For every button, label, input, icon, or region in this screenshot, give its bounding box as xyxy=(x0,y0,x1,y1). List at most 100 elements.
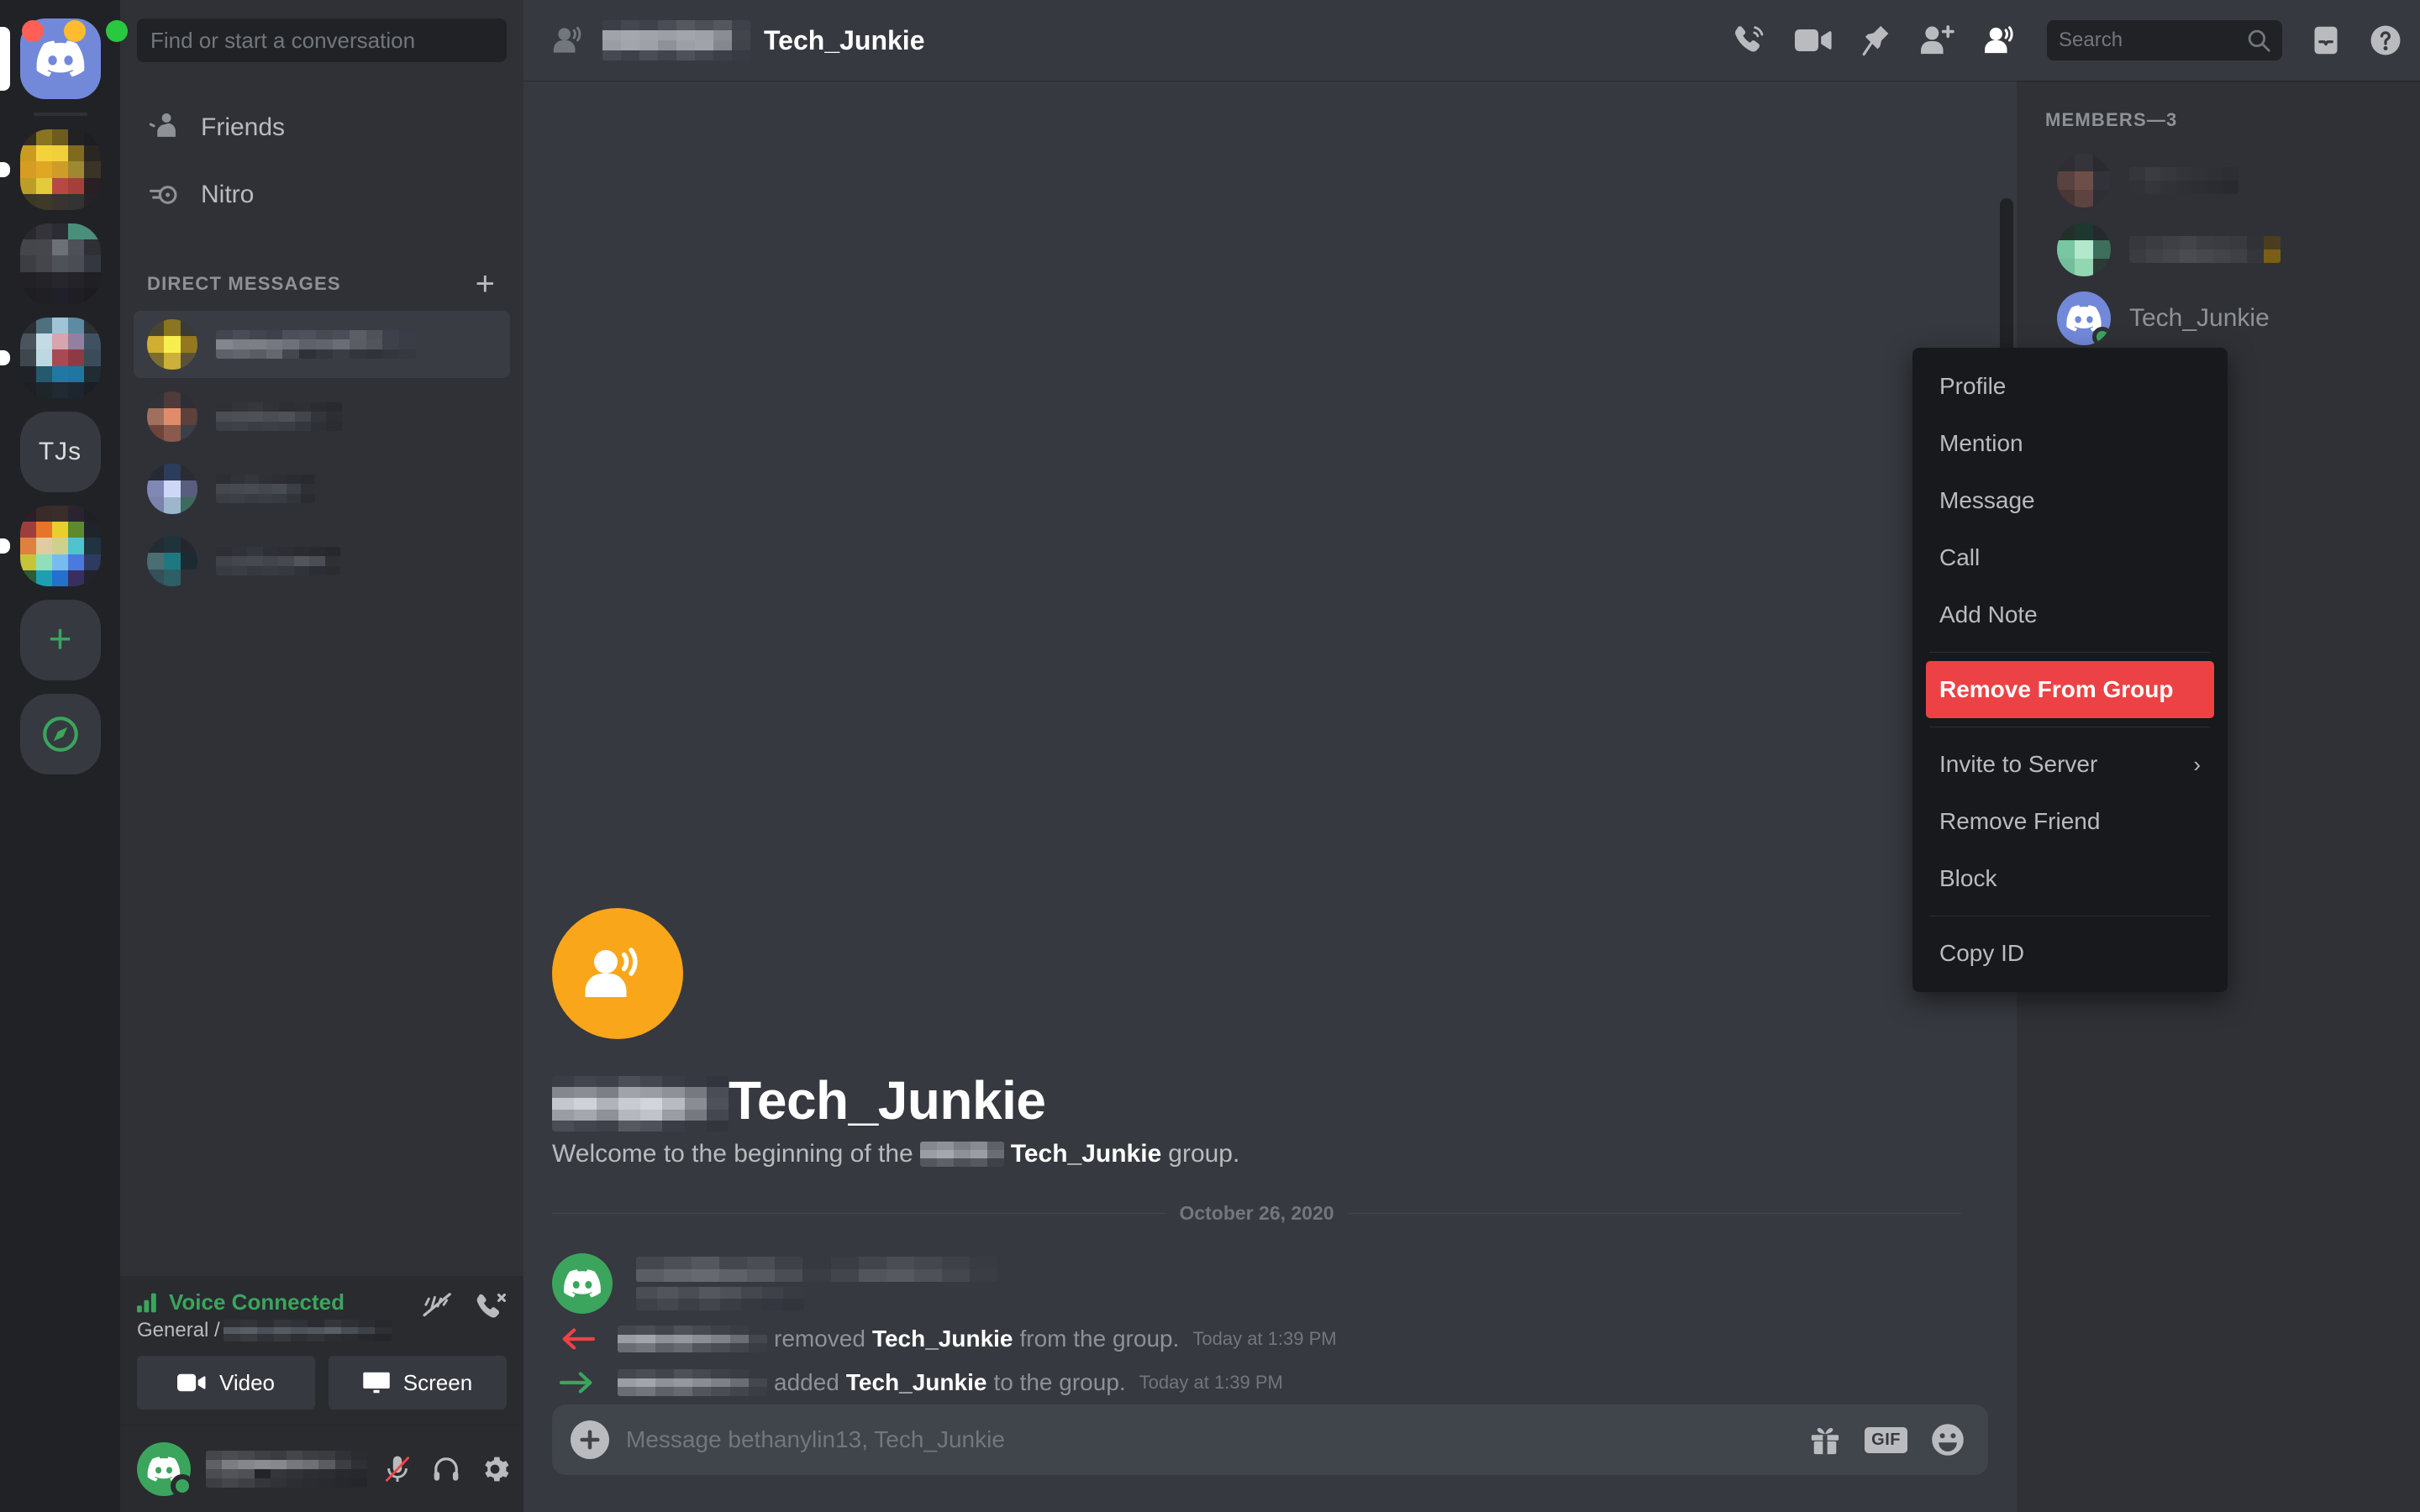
context-menu-item-block[interactable]: Block xyxy=(1926,850,2214,907)
message-timestamp: Today at 1:39 PM xyxy=(1192,1328,1337,1349)
plus-glyph: + xyxy=(48,617,72,662)
date-divider-label: October 26, 2020 xyxy=(1179,1202,1334,1224)
avatar xyxy=(147,391,197,442)
sidebar-item-friends[interactable]: Friends xyxy=(134,94,510,161)
help-icon[interactable] xyxy=(2370,24,2402,56)
add-friends-to-dm-icon[interactable] xyxy=(1919,25,1954,55)
screen-share-button[interactable]: Screen xyxy=(329,1356,507,1410)
find-conversation-input[interactable]: Find or start a conversation xyxy=(137,18,507,62)
voice-channel-redacted xyxy=(223,1320,392,1341)
user-context-menu: Profile Mention Message Call Add Note Re… xyxy=(1912,348,2228,992)
intro-title: Tech_Junkie xyxy=(552,1069,1961,1131)
voice-icon-buttons xyxy=(423,1289,507,1320)
close-window-button[interactable] xyxy=(22,20,44,42)
divider-line-right xyxy=(1347,1213,1962,1214)
status-badge xyxy=(171,1473,194,1498)
channel-name-redacted xyxy=(602,20,750,60)
voice-connection-panel: Voice Connected General / Video Screen xyxy=(120,1276,523,1425)
server-rail-item-1[interactable] xyxy=(0,129,101,210)
noise-suppression-icon[interactable] xyxy=(423,1293,453,1320)
context-menu-item-call[interactable]: Call xyxy=(1926,529,2214,586)
member-list-item[interactable] xyxy=(2030,146,2407,215)
headphones-icon[interactable] xyxy=(431,1454,461,1484)
member-list-item-tech-junkie[interactable]: Tech_Junkie xyxy=(2030,284,2407,353)
video-camera-icon xyxy=(176,1373,206,1393)
context-menu-item-add-note[interactable]: Add Note xyxy=(1926,586,2214,643)
microphone-muted-icon[interactable] xyxy=(382,1454,413,1484)
context-menu-item-profile[interactable]: Profile xyxy=(1926,358,2214,415)
context-menu-item-mention[interactable]: Mention xyxy=(1926,415,2214,472)
sidebar-item-nitro[interactable]: Nitro xyxy=(134,161,510,228)
server-rail-item-tjs[interactable]: TJs xyxy=(19,412,101,492)
system-verb-removed: removed xyxy=(774,1326,865,1352)
message-composer[interactable]: Message bethanylin13, Tech_Junkie GIF xyxy=(552,1404,1988,1475)
avatar xyxy=(147,464,197,514)
message-body-redacted xyxy=(636,1253,997,1310)
rail-separator xyxy=(33,113,87,116)
server-initials-label: TJs xyxy=(38,438,82,465)
explore-servers-button[interactable] xyxy=(19,694,101,774)
find-conversation-placeholder: Find or start a conversation xyxy=(150,27,416,53)
message-input[interactable]: Message bethanylin13, Tech_Junkie xyxy=(626,1426,1792,1453)
voice-status-block: Voice Connected General / xyxy=(137,1289,392,1342)
dm-name-redacted xyxy=(216,330,416,359)
screen-share-icon xyxy=(363,1371,390,1394)
inbox-icon[interactable] xyxy=(2311,25,2341,55)
create-dm-button[interactable]: + xyxy=(476,267,495,301)
start-voice-call-icon[interactable] xyxy=(1733,24,1766,57)
member-name-label: Tech_Junkie xyxy=(2129,304,2270,332)
start-video-call-icon[interactable] xyxy=(1795,27,1832,54)
server-rail-item-3[interactable] xyxy=(0,318,101,398)
message-list: Tech_Junkie Welcome to the beginning of … xyxy=(523,81,2017,1404)
system-suffix: from the group. xyxy=(1019,1326,1180,1352)
date-divider: October 26, 2020 xyxy=(552,1202,1962,1225)
sidebar-item-friends-label: Friends xyxy=(201,113,286,141)
dm-list-item[interactable] xyxy=(134,528,510,595)
avatar xyxy=(2057,154,2111,207)
gear-icon[interactable] xyxy=(480,1454,510,1484)
member-list-item[interactable] xyxy=(2030,215,2407,284)
context-menu-separator xyxy=(1929,652,2211,653)
maximize-window-button[interactable] xyxy=(106,20,128,42)
context-menu-item-remove-friend[interactable]: Remove Friend xyxy=(1926,793,2214,850)
avatar[interactable] xyxy=(552,1253,613,1314)
voice-action-buttons: Video Screen xyxy=(137,1356,507,1410)
context-menu-item-remove-from-group[interactable]: Remove From Group xyxy=(1926,661,2214,718)
context-menu-item-copy-id[interactable]: Copy ID xyxy=(1926,925,2214,982)
channel-header: Tech_Junkie Search xyxy=(523,0,2420,81)
gif-button[interactable]: GIF xyxy=(1865,1426,1907,1453)
right-arrow-icon xyxy=(559,1371,596,1394)
minimize-window-button[interactable] xyxy=(64,20,86,42)
pinned-messages-icon[interactable] xyxy=(1860,24,1891,56)
emoji-icon[interactable] xyxy=(1931,1423,1965,1457)
server-icon-blurred xyxy=(19,223,101,304)
unread-indicator xyxy=(0,538,10,554)
search-input[interactable]: Search xyxy=(2047,20,2282,60)
context-menu-item-message[interactable]: Message xyxy=(1926,472,2214,529)
dm-name-redacted xyxy=(216,547,340,575)
avatar[interactable] xyxy=(137,1441,194,1498)
disconnect-call-icon[interactable] xyxy=(475,1293,507,1320)
dm-list-item[interactable] xyxy=(134,383,510,450)
composer-icons: GIF xyxy=(1809,1423,1965,1457)
system-message-item: removed Tech_Junkie from the group. Toda… xyxy=(559,1317,1961,1361)
channel-actions: Search xyxy=(1733,20,2402,60)
username-redacted xyxy=(206,1450,367,1488)
avatar xyxy=(2057,291,2111,345)
server-icon-tjs: TJs xyxy=(19,412,101,492)
server-rail-item-5[interactable] xyxy=(0,506,101,586)
server-rail-item-2[interactable] xyxy=(19,223,101,304)
gift-icon[interactable] xyxy=(1809,1424,1841,1456)
context-menu-item-invite-to-server[interactable]: Invite to Server › xyxy=(1926,736,2214,793)
dm-list-item[interactable] xyxy=(134,455,510,522)
context-menu-label: Remove From Group xyxy=(1939,676,2174,702)
direct-messages-section-header[interactable]: DIRECT MESSAGES + xyxy=(120,264,523,304)
add-server-button[interactable]: + xyxy=(19,600,101,680)
video-button[interactable]: Video xyxy=(137,1356,315,1410)
dm-list-item[interactable] xyxy=(134,311,510,378)
channel-intro-block: Tech_Junkie Welcome to the beginning of … xyxy=(523,908,1986,1404)
unread-indicator xyxy=(0,162,10,177)
avatar xyxy=(147,536,197,586)
member-list-icon[interactable] xyxy=(1983,26,2018,55)
plus-circle-icon[interactable] xyxy=(571,1420,609,1459)
